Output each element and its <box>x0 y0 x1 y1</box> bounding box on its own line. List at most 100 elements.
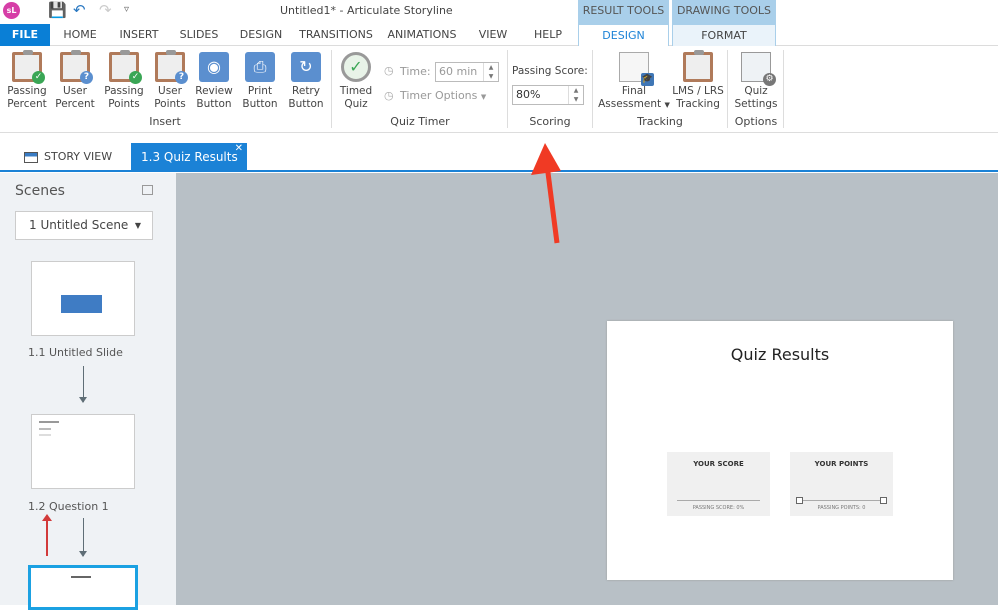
timer-options-button[interactable]: Timer Options ▼ <box>400 89 486 102</box>
tab-file[interactable]: FILE <box>0 24 50 46</box>
resize-handle[interactable] <box>796 497 803 504</box>
label: Quiz <box>744 85 768 97</box>
final-assessment-icon: 🎓 <box>619 52 654 86</box>
arrow-down-icon <box>79 366 87 403</box>
label: Timed <box>339 85 373 97</box>
tab-insert[interactable]: INSERT <box>114 24 164 46</box>
label: Percent <box>55 97 95 110</box>
passing-score-input[interactable]: 80% ▲ ▼ <box>512 85 584 105</box>
save-icon[interactable]: 💾 <box>48 1 67 19</box>
label: Passing <box>104 85 144 97</box>
lms-lrs-tracking-button[interactable]: LMS / LRS Tracking <box>671 50 725 110</box>
score-bar <box>677 500 760 501</box>
time-label: Time: <box>400 65 431 78</box>
result-tools-header: RESULT TOOLS <box>578 0 669 24</box>
slide-thumbnail[interactable] <box>31 261 135 336</box>
time-value: 60 min <box>439 65 478 78</box>
group-label-scoring: Scoring <box>529 115 571 128</box>
annotation-arrow-small <box>42 514 52 556</box>
label: Print <box>247 85 273 97</box>
resize-handle[interactable] <box>880 497 887 504</box>
label: LMS / LRS <box>672 85 724 97</box>
tab-quiz-results[interactable]: 1.3 Quiz Results ✕ <box>131 143 247 171</box>
slide-thumbnail[interactable] <box>31 414 135 489</box>
spinner-arrows[interactable]: ▲ ▼ <box>568 86 583 104</box>
story-view-icon <box>24 151 38 163</box>
quiz-settings-icon: ⚙ <box>741 52 776 86</box>
label: User <box>63 85 87 97</box>
retry-icon: ↻ <box>291 52 321 82</box>
label: Review <box>195 85 233 97</box>
label: Settings <box>734 97 778 110</box>
points-bar <box>800 500 883 501</box>
tab-view[interactable]: VIEW <box>470 24 516 46</box>
clipboard-tracking-icon <box>683 50 713 82</box>
final-assessment-button[interactable]: 🎓 Final Assessment ▼ <box>597 52 671 111</box>
passing-percent-button[interactable]: ✓ Passing Percent <box>2 50 52 110</box>
score-card-footer: PASSING SCORE: 0% <box>692 505 745 511</box>
user-points-button[interactable]: ? User Points <box>148 50 192 110</box>
group-label-tracking: Tracking <box>637 115 683 128</box>
slide-title: Quiz Results <box>730 345 830 364</box>
dropdown-arrow-icon: ▼ <box>664 100 670 109</box>
divider <box>507 50 508 128</box>
quiz-settings-button[interactable]: ⚙ Quiz Settings <box>731 52 781 110</box>
divider <box>727 50 728 128</box>
points-card[interactable]: YOUR POINTS PASSING POINTS: 0 <box>790 452 893 516</box>
label: User <box>158 85 182 97</box>
spinner-arrows[interactable]: ▲ ▼ <box>483 63 498 81</box>
passing-score-value: 80% <box>516 88 541 101</box>
divider <box>592 50 593 128</box>
clipboard-user-chart-icon: ? <box>155 50 188 84</box>
label: Tracking <box>676 97 720 110</box>
tab-story-view[interactable]: STORY VIEW <box>24 143 124 171</box>
customize-icon[interactable]: ▿ <box>124 4 129 15</box>
clipboard-percent-question-icon: ? <box>60 50 93 84</box>
label: Button <box>196 97 232 110</box>
label: Percent <box>7 97 47 110</box>
print-button[interactable]: ⎙ Print Button <box>238 52 282 110</box>
label: Quiz <box>344 97 368 110</box>
title-bar <box>0 0 998 24</box>
tab-format[interactable]: FORMAT <box>672 24 776 46</box>
slide-label: 1.1 Untitled Slide <box>28 346 123 359</box>
group-label-options: Options <box>734 115 778 128</box>
tab-help[interactable]: HELP <box>526 24 570 46</box>
review-button[interactable]: ◉ Review Button <box>192 52 236 110</box>
user-percent-button[interactable]: ? User Percent <box>52 50 98 110</box>
label: Passing <box>7 85 47 97</box>
printer-icon: ⎙ <box>245 52 275 82</box>
clipboard-percent-icon: ✓ <box>12 50 45 84</box>
arrow-down-icon <box>79 518 87 557</box>
tab-home[interactable]: HOME <box>56 24 104 46</box>
redo-icon[interactable]: ↷ <box>99 1 112 19</box>
tab-design[interactable]: DESIGN <box>235 24 287 46</box>
label: Points <box>154 97 186 110</box>
tab-transitions[interactable]: TRANSITIONS <box>297 24 375 46</box>
annotation-arrow <box>531 143 561 244</box>
scene-select[interactable]: 1 Untitled Scene ▼ <box>15 211 153 240</box>
scenes-title: Scenes <box>15 183 65 199</box>
group-label-quiz-timer: Quiz Timer <box>390 115 450 128</box>
label: 1 Untitled Scene <box>29 218 129 232</box>
chevron-down-icon: ▼ <box>134 221 141 230</box>
time-input[interactable]: 60 min ▲ ▼ <box>435 62 499 82</box>
tab-animations[interactable]: ANIMATIONS <box>384 24 460 46</box>
clipboard-chart-icon: ✓ <box>109 50 142 84</box>
tab-slides[interactable]: SLIDES <box>174 24 224 46</box>
app-logo: sL <box>3 2 20 19</box>
score-card[interactable]: YOUR SCORE PASSING SCORE: 0% <box>667 452 770 516</box>
undo-icon[interactable]: ↶ <box>73 1 86 19</box>
label: Timer Options <box>400 89 478 102</box>
retry-button[interactable]: ↻ Retry Button <box>284 52 328 110</box>
rectangle-shape <box>61 295 102 313</box>
passing-points-button[interactable]: ✓ Passing Points <box>100 50 148 110</box>
label: Points <box>108 97 140 110</box>
timed-quiz-button[interactable]: ✓ Timed Quiz <box>336 52 376 110</box>
close-icon[interactable]: ✕ <box>235 135 243 163</box>
tab-result-design[interactable]: DESIGN <box>578 24 669 46</box>
eye-icon: ◉ <box>199 52 229 82</box>
label: Retry <box>292 85 320 97</box>
restore-panel-icon[interactable] <box>142 185 153 195</box>
slide-thumbnail-selected[interactable] <box>28 565 138 610</box>
